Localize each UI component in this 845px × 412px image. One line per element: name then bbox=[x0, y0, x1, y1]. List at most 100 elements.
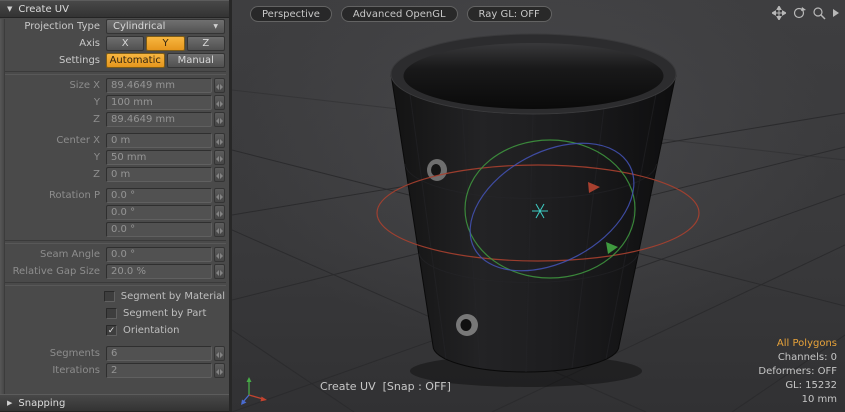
size-x-stepper[interactable] bbox=[214, 78, 225, 93]
settings-label: Settings bbox=[6, 55, 106, 66]
axis-label: Axis bbox=[6, 38, 106, 49]
center-x-row: Center X 0 m bbox=[6, 133, 225, 148]
relative-gap-size-stepper[interactable] bbox=[214, 264, 225, 279]
rotation-p-stepper[interactable] bbox=[214, 188, 225, 203]
axis-x-button[interactable]: X bbox=[106, 36, 144, 51]
axis-y-button[interactable]: Y bbox=[146, 36, 184, 51]
axis-orientation-widget bbox=[239, 375, 269, 405]
center-z-input[interactable]: 0 m bbox=[106, 167, 212, 182]
seam-angle-stepper[interactable] bbox=[214, 247, 225, 262]
x-axis-arrow-icon bbox=[261, 397, 268, 402]
snapping-title: Snapping bbox=[18, 398, 65, 409]
create-uv-header[interactable]: ▼ Create UV bbox=[0, 0, 229, 18]
viewport-toolbar: Perspective Advanced OpenGL Ray GL: OFF bbox=[250, 6, 552, 22]
viewport-3d-scene[interactable] bbox=[232, 0, 845, 412]
segments-stepper[interactable] bbox=[214, 346, 225, 361]
center-z-stepper[interactable] bbox=[214, 167, 225, 182]
iterations-label: Iterations bbox=[6, 365, 106, 376]
size-y-input[interactable]: 100 mm bbox=[106, 95, 212, 110]
3d-viewport[interactable]: Perspective Advanced OpenGL Ray GL: OFF bbox=[232, 0, 845, 412]
divider bbox=[3, 71, 226, 75]
segment-by-part-checkbox[interactable] bbox=[106, 308, 117, 319]
cup-cavity bbox=[404, 43, 664, 109]
orientation-checkbox[interactable]: ✓ bbox=[106, 325, 117, 336]
deformers-status: Deformers: OFF bbox=[758, 365, 837, 379]
size-z-row: Z 89.4649 mm bbox=[6, 112, 225, 127]
center-y-stepper[interactable] bbox=[214, 150, 225, 165]
orientation-label: Orientation bbox=[123, 325, 179, 336]
center-y-row: Y 50 mm bbox=[6, 150, 225, 165]
chevron-down-icon: ▼ bbox=[213, 23, 218, 30]
center-y-label: Y bbox=[6, 152, 106, 163]
relative-gap-size-input[interactable]: 20.0 % bbox=[106, 264, 212, 279]
cup-handle-hole-bottom bbox=[456, 314, 478, 336]
projection-type-row: Projection Type Cylindrical ▼ bbox=[6, 19, 225, 34]
segment-by-material-checkbox[interactable] bbox=[104, 291, 115, 302]
settings-automatic-button[interactable]: Automatic bbox=[106, 53, 165, 68]
seam-angle-label: Seam Angle bbox=[6, 249, 106, 260]
snapping-header[interactable]: ▶ Snapping bbox=[0, 394, 229, 412]
iterations-input[interactable]: 2 bbox=[106, 363, 212, 378]
advanced-opengl-button[interactable]: Advanced OpenGL bbox=[341, 6, 458, 22]
rotation-2-input[interactable]: 0.0 ° bbox=[106, 205, 212, 220]
rotation-p-row: Rotation P 0.0 ° bbox=[6, 188, 225, 203]
ray-gl-button[interactable]: Ray GL: OFF bbox=[467, 6, 552, 22]
rotation-2-row: 0.0 ° bbox=[6, 205, 225, 220]
orientation-row: ✓ Orientation bbox=[6, 323, 225, 338]
center-x-stepper[interactable] bbox=[214, 133, 225, 148]
gl-status: GL: 15232 bbox=[758, 379, 837, 393]
relative-gap-size-label: Relative Gap Size bbox=[6, 266, 106, 277]
panel-title: Create UV bbox=[18, 4, 69, 15]
axis-z-button[interactable]: Z bbox=[187, 36, 225, 51]
segment-by-material-row: Segment by Material bbox=[6, 289, 225, 304]
size-x-input[interactable]: 89.4649 mm bbox=[106, 78, 212, 93]
viewport-info-block: All Polygons Channels: 0 Deformers: OFF … bbox=[758, 337, 837, 407]
segments-label: Segments bbox=[6, 348, 106, 359]
rotation-3-input[interactable]: 0.0 ° bbox=[106, 222, 212, 237]
iterations-row: Iterations 2 bbox=[6, 363, 225, 378]
perspective-button[interactable]: Perspective bbox=[250, 6, 332, 22]
collapse-closed-icon: ▶ bbox=[7, 399, 12, 407]
rotation-3-stepper[interactable] bbox=[214, 222, 225, 237]
panel-scrollbar[interactable] bbox=[0, 19, 5, 394]
channels-status: Channels: 0 bbox=[758, 351, 837, 365]
size-x-label: Size X bbox=[6, 80, 106, 91]
size-z-stepper[interactable] bbox=[214, 112, 225, 127]
collapse-open-icon: ▼ bbox=[7, 5, 12, 13]
center-y-input[interactable]: 50 mm bbox=[106, 150, 212, 165]
viewport-nav-icons bbox=[772, 6, 840, 20]
settings-manual-button[interactable]: Manual bbox=[167, 53, 226, 68]
seam-angle-row: Seam Angle 0.0 ° bbox=[6, 247, 225, 262]
rotation-p-input[interactable]: 0.0 ° bbox=[106, 188, 212, 203]
projection-type-dropdown[interactable]: Cylindrical ▼ bbox=[106, 19, 225, 34]
size-y-stepper[interactable] bbox=[214, 95, 225, 110]
segment-by-material-label: Segment by Material bbox=[121, 291, 225, 302]
size-x-row: Size X 89.4649 mm bbox=[6, 78, 225, 93]
x-axis-line bbox=[249, 395, 263, 399]
application-window: ▼ Create UV Projection Type Cylindrical … bbox=[0, 0, 845, 412]
center-x-label: Center X bbox=[6, 135, 106, 146]
tool-status-text: Create UV [Snap : OFF] bbox=[320, 380, 451, 393]
create-uv-tool-panel: ▼ Create UV Projection Type Cylindrical … bbox=[0, 0, 232, 412]
size-y-row: Y 100 mm bbox=[6, 95, 225, 110]
segment-by-part-label: Segment by Part bbox=[123, 308, 206, 319]
rotation-2-stepper[interactable] bbox=[214, 205, 225, 220]
iterations-stepper[interactable] bbox=[214, 363, 225, 378]
size-z-input[interactable]: 89.4649 mm bbox=[106, 112, 212, 127]
projection-type-label: Projection Type bbox=[6, 21, 106, 32]
segments-input[interactable]: 6 bbox=[106, 346, 212, 361]
grid-size-status: 10 mm bbox=[758, 393, 837, 407]
orbit-icon[interactable] bbox=[792, 6, 806, 20]
pan-icon[interactable] bbox=[772, 6, 786, 20]
segment-by-part-row: Segment by Part bbox=[6, 306, 225, 321]
all-polygons-status: All Polygons bbox=[758, 337, 837, 351]
seam-angle-input[interactable]: 0.0 ° bbox=[106, 247, 212, 262]
size-y-label: Y bbox=[6, 97, 106, 108]
divider bbox=[3, 240, 226, 244]
divider bbox=[3, 282, 226, 286]
center-z-label: Z bbox=[6, 169, 106, 180]
projection-type-value: Cylindrical bbox=[113, 21, 165, 32]
center-x-input[interactable]: 0 m bbox=[106, 133, 212, 148]
zoom-icon[interactable] bbox=[812, 6, 826, 20]
viewport-menu-arrow-icon[interactable] bbox=[832, 7, 840, 19]
